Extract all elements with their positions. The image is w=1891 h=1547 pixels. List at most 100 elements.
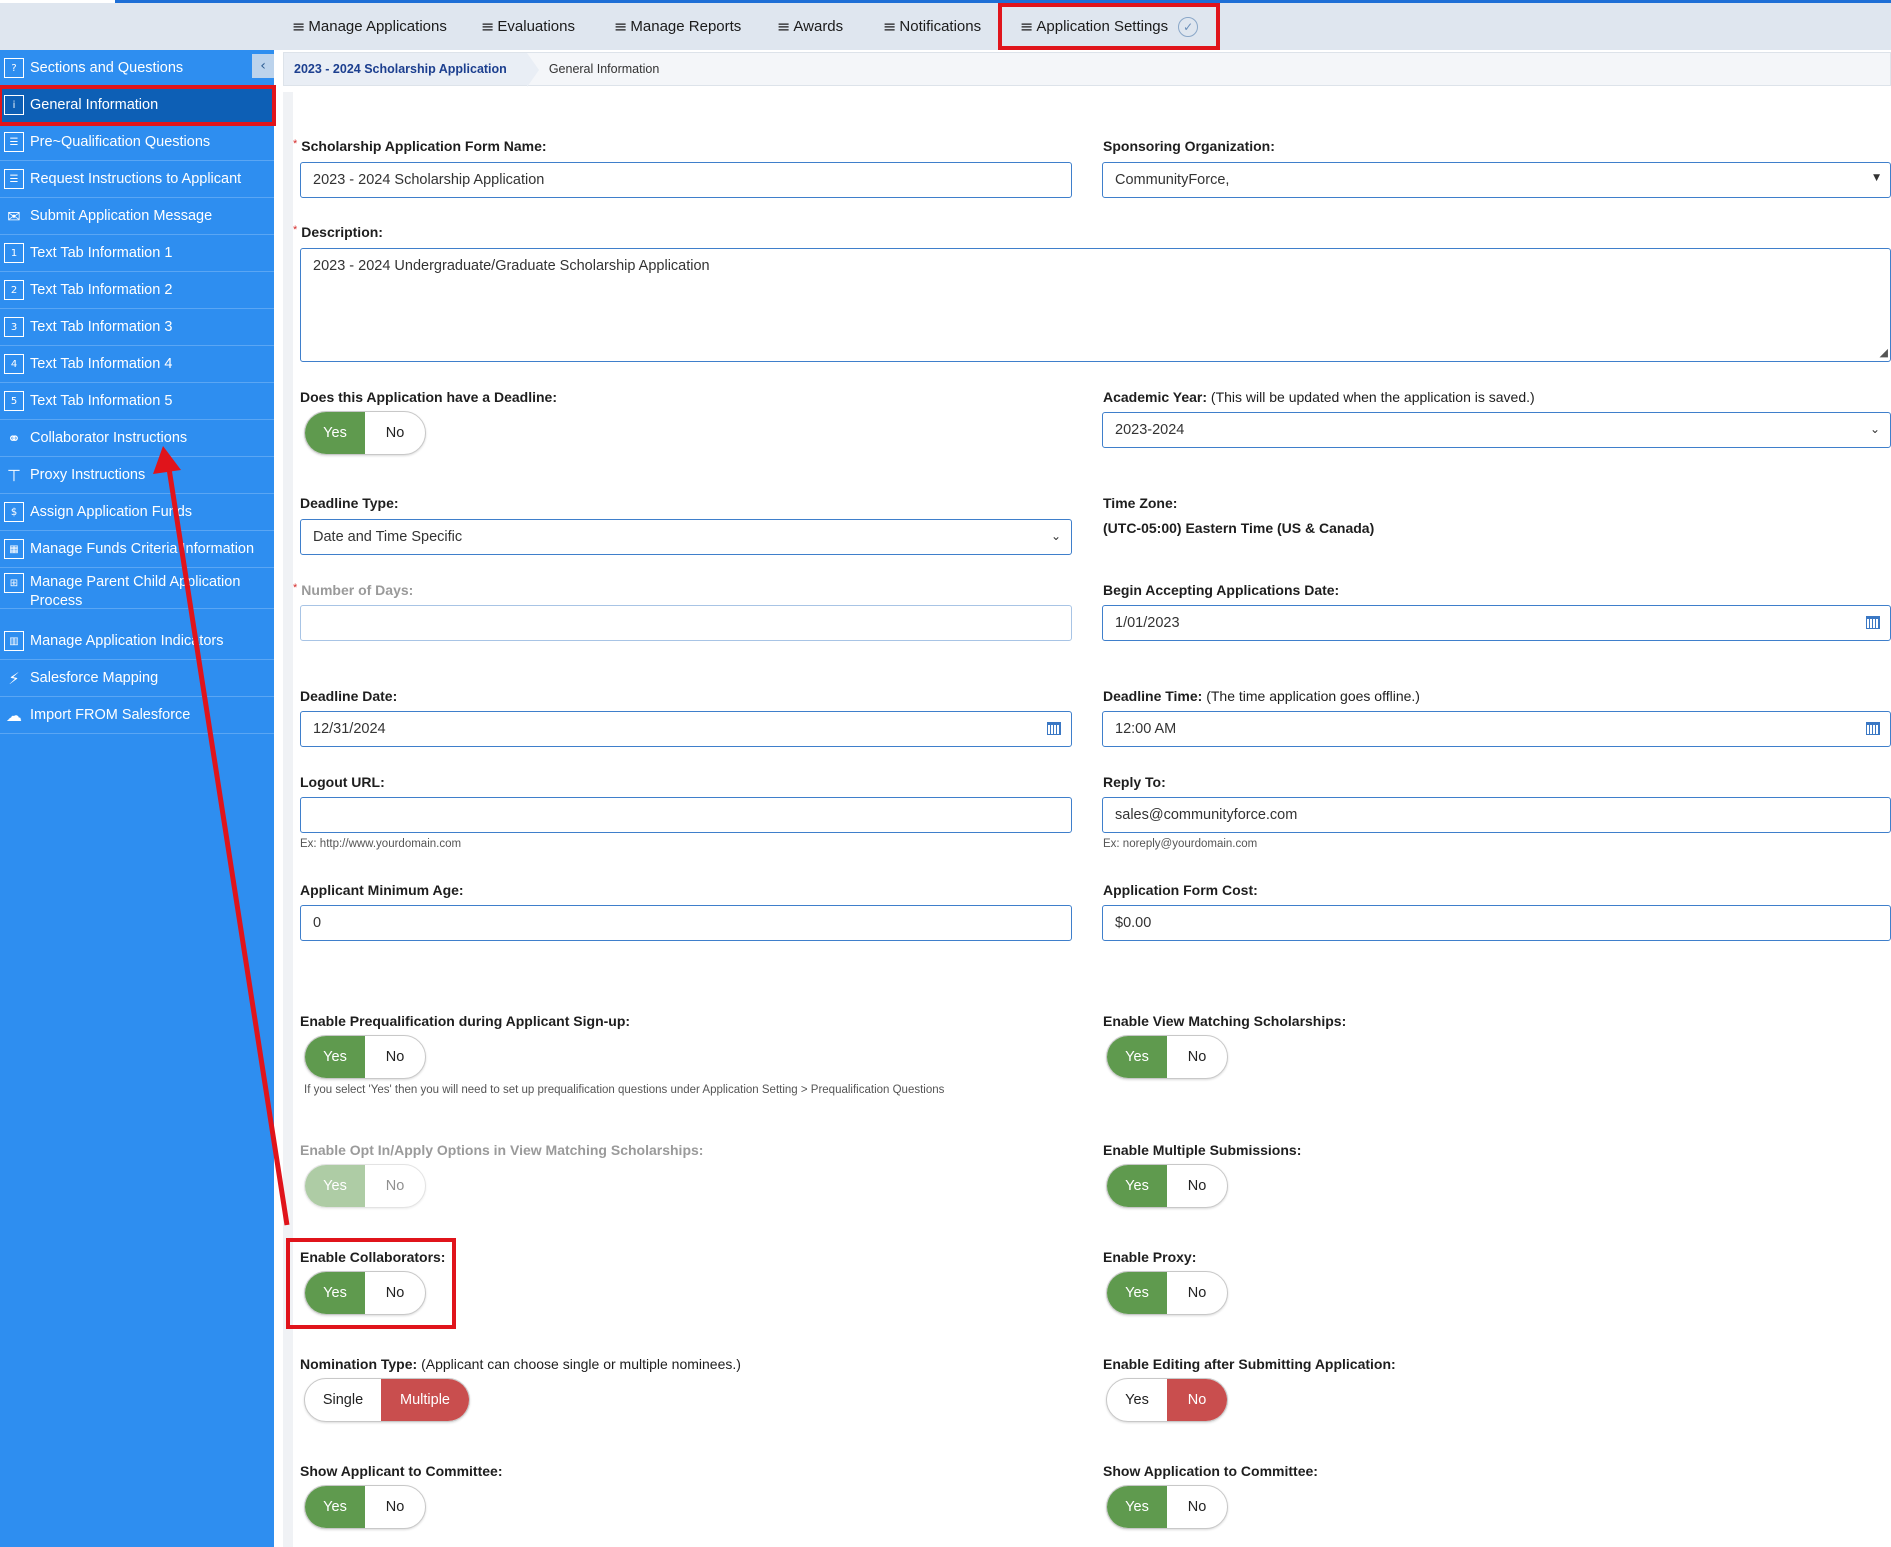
yes-option[interactable]: Yes bbox=[305, 412, 365, 454]
required-marker: * bbox=[293, 224, 298, 236]
deadline-date-input[interactable]: 12/31/2024 bbox=[300, 711, 1072, 747]
academic-year-select[interactable]: 2023-2024 ⌄ bbox=[1102, 412, 1891, 448]
sidebar-item-proxy-instructions[interactable]: ⊤ Proxy Instructions bbox=[0, 457, 274, 494]
sidebar-item-general-information[interactable]: i General Information bbox=[0, 85, 276, 126]
sidebar-item-submit-application-message[interactable]: ✉ Submit Application Message bbox=[0, 198, 274, 235]
time-picker-icon[interactable] bbox=[1866, 722, 1880, 735]
sidebar-item-text-tab-4[interactable]: 4 Text Tab Information 4 bbox=[0, 346, 274, 383]
yes-option[interactable]: Yes bbox=[1107, 1165, 1167, 1207]
yes-option[interactable]: Yes bbox=[1107, 1272, 1167, 1314]
sidebar-item-text-tab-3[interactable]: 3 Text Tab Information 3 bbox=[0, 309, 274, 346]
no-option[interactable]: No bbox=[1167, 1272, 1227, 1314]
form-panel: * Scholarship Application Form Name: 2023… bbox=[283, 92, 1891, 1547]
nav-manage-applications[interactable]: ≡ Manage Applications bbox=[292, 3, 447, 50]
view-matching-toggle[interactable]: Yes No bbox=[1106, 1035, 1228, 1079]
funds-icon: $ bbox=[4, 502, 24, 522]
show-application-toggle[interactable]: Yes No bbox=[1106, 1485, 1228, 1529]
number-of-days-input[interactable] bbox=[300, 605, 1072, 641]
sidebar-item-manage-application-indicators[interactable]: ▥ Manage Application Indicators bbox=[0, 623, 274, 660]
sidebar-item-assign-application-funds[interactable]: $ Assign Application Funds bbox=[0, 494, 274, 531]
question-grid-icon: ? bbox=[4, 58, 24, 78]
nav-application-settings[interactable]: ≡ Application Settings ✓ bbox=[998, 3, 1221, 50]
reply-to-input[interactable]: sales@communityforce.com bbox=[1102, 797, 1891, 833]
yes-option[interactable]: Yes bbox=[305, 1036, 365, 1078]
nav-label: Awards bbox=[793, 18, 844, 35]
no-option[interactable]: No bbox=[1167, 1486, 1227, 1528]
sidebar-item-label: Text Tab Information 3 bbox=[30, 319, 173, 335]
sponsoring-org-select[interactable]: CommunityForce, ▼ bbox=[1102, 162, 1891, 198]
menu-icon: ≡ bbox=[292, 17, 306, 36]
sidebar-item-label: Import FROM Salesforce bbox=[30, 707, 191, 723]
editing-after-submit-toggle[interactable]: Yes No bbox=[1106, 1378, 1228, 1422]
tab-4-icon: 4 bbox=[4, 354, 24, 374]
sidebar-item-label: Proxy Instructions bbox=[30, 467, 146, 483]
no-option[interactable]: No bbox=[1167, 1165, 1227, 1207]
sidebar-item-prequalification-questions[interactable]: ☰ Pre~Qualification Questions bbox=[0, 124, 274, 161]
calendar-icon[interactable] bbox=[1047, 722, 1061, 735]
yes-option[interactable]: Yes bbox=[1107, 1036, 1167, 1078]
breadcrumb-parent[interactable]: 2023 - 2024 Scholarship Application bbox=[284, 53, 539, 87]
sidebar-item-text-tab-1[interactable]: 1 Text Tab Information 1 bbox=[0, 235, 274, 272]
sidebar-item-sections-and-questions[interactable]: ? Sections and Questions bbox=[0, 50, 274, 87]
parent-child-icon: ⊞ bbox=[4, 573, 24, 593]
has-deadline-toggle[interactable]: Yes No bbox=[304, 411, 426, 455]
criteria-icon: ▦ bbox=[4, 539, 24, 559]
nav-manage-reports[interactable]: ≡ Manage Reports bbox=[614, 3, 741, 50]
min-age-input[interactable]: 0 bbox=[300, 905, 1072, 941]
nav-awards[interactable]: ≡ Awards bbox=[777, 3, 843, 50]
prequal-toggle[interactable]: Yes No bbox=[304, 1035, 426, 1079]
plug-icon: ⚡ bbox=[8, 668, 20, 688]
single-option[interactable]: Single bbox=[305, 1379, 381, 1421]
no-option[interactable]: No bbox=[1167, 1036, 1227, 1078]
no-option[interactable]: No bbox=[365, 412, 425, 454]
yes-option[interactable]: Yes bbox=[1107, 1379, 1167, 1421]
menu-icon: ≡ bbox=[777, 17, 791, 36]
resize-handle-icon[interactable]: ◢ bbox=[1880, 346, 1888, 359]
sidebar-item-label: Sections and Questions bbox=[30, 60, 184, 76]
show-applicant-toggle[interactable]: Yes No bbox=[304, 1485, 426, 1529]
yes-option[interactable]: Yes bbox=[305, 1486, 365, 1528]
sidebar-item-manage-parent-child[interactable]: ⊞ Manage Parent Child Application Process bbox=[0, 568, 274, 609]
sidebar-item-request-instructions[interactable]: ☰ Request Instructions to Applicant bbox=[0, 161, 274, 198]
handshake-icon: ⚭ bbox=[7, 428, 21, 448]
form-name-input[interactable]: 2023 - 2024 Scholarship Application bbox=[300, 162, 1072, 198]
deadline-time-label: Deadline Time: (The time application goe… bbox=[1103, 688, 1420, 704]
sidebar-item-manage-funds-criteria[interactable]: ▦ Manage Funds Criteria Information bbox=[0, 531, 274, 568]
multiple-submissions-toggle[interactable]: Yes No bbox=[1106, 1164, 1228, 1208]
sidebar-item-text-tab-5[interactable]: 5 Text Tab Information 5 bbox=[0, 383, 274, 420]
no-option[interactable]: No bbox=[1167, 1379, 1227, 1421]
sidebar-item-text-tab-2[interactable]: 2 Text Tab Information 2 bbox=[0, 272, 274, 309]
collapse-sidebar-button[interactable]: ‹ bbox=[252, 54, 274, 78]
sidebar-item-collaborator-instructions[interactable]: ⚭ Collaborator Instructions bbox=[0, 420, 274, 457]
indicator-icon: ▥ bbox=[4, 631, 24, 651]
no-option[interactable]: No bbox=[365, 1486, 425, 1528]
reply-to-hint: Ex: noreply@yourdomain.com bbox=[1103, 838, 1258, 850]
menu-icon: ≡ bbox=[1020, 17, 1034, 36]
no-option[interactable]: No bbox=[365, 1036, 425, 1078]
tab-3-icon: 3 bbox=[4, 317, 24, 337]
sidebar-item-label: General Information bbox=[30, 97, 159, 113]
calendar-icon[interactable] bbox=[1866, 616, 1880, 629]
nomination-type-toggle[interactable]: Single Multiple bbox=[304, 1378, 470, 1422]
sidebar: ? Sections and Questions i General Informa… bbox=[0, 50, 276, 1547]
form-cost-input[interactable]: $0.00 bbox=[1102, 905, 1891, 941]
nav-notifications[interactable]: ≡ Notifications bbox=[883, 3, 981, 50]
multiple-option[interactable]: Multiple bbox=[381, 1379, 469, 1421]
yes-option[interactable]: Yes bbox=[1107, 1486, 1167, 1528]
logout-url-input[interactable] bbox=[300, 797, 1072, 833]
sidebar-item-import-from-salesforce[interactable]: ☁ Import FROM Salesforce bbox=[0, 697, 274, 734]
chevron-left-icon: ‹ bbox=[260, 58, 266, 74]
logo-strip bbox=[0, 0, 115, 3]
nav-evaluations[interactable]: ≡ Evaluations bbox=[481, 3, 575, 50]
deadline-type-select[interactable]: Date and Time Specific ⌄ bbox=[300, 519, 1072, 555]
nomination-type-label: Nomination Type: (Applicant can choose s… bbox=[300, 1356, 741, 1372]
proxy-toggle[interactable]: Yes No bbox=[1106, 1271, 1228, 1315]
required-marker: * bbox=[293, 582, 298, 594]
prequal-hint: If you select 'Yes' then you will need t… bbox=[304, 1084, 945, 1096]
begin-date-input[interactable]: 1/01/2023 bbox=[1102, 605, 1891, 641]
sidebar-item-label: Text Tab Information 1 bbox=[30, 245, 173, 261]
sidebar-item-salesforce-mapping[interactable]: ⚡ Salesforce Mapping bbox=[0, 660, 274, 697]
description-textarea[interactable]: 2023 - 2024 Undergraduate/Graduate Schol… bbox=[300, 248, 1891, 362]
deadline-time-input[interactable]: 12:00 AM bbox=[1102, 711, 1891, 747]
form-name-label: * Scholarship Application Form Name: bbox=[293, 138, 547, 154]
